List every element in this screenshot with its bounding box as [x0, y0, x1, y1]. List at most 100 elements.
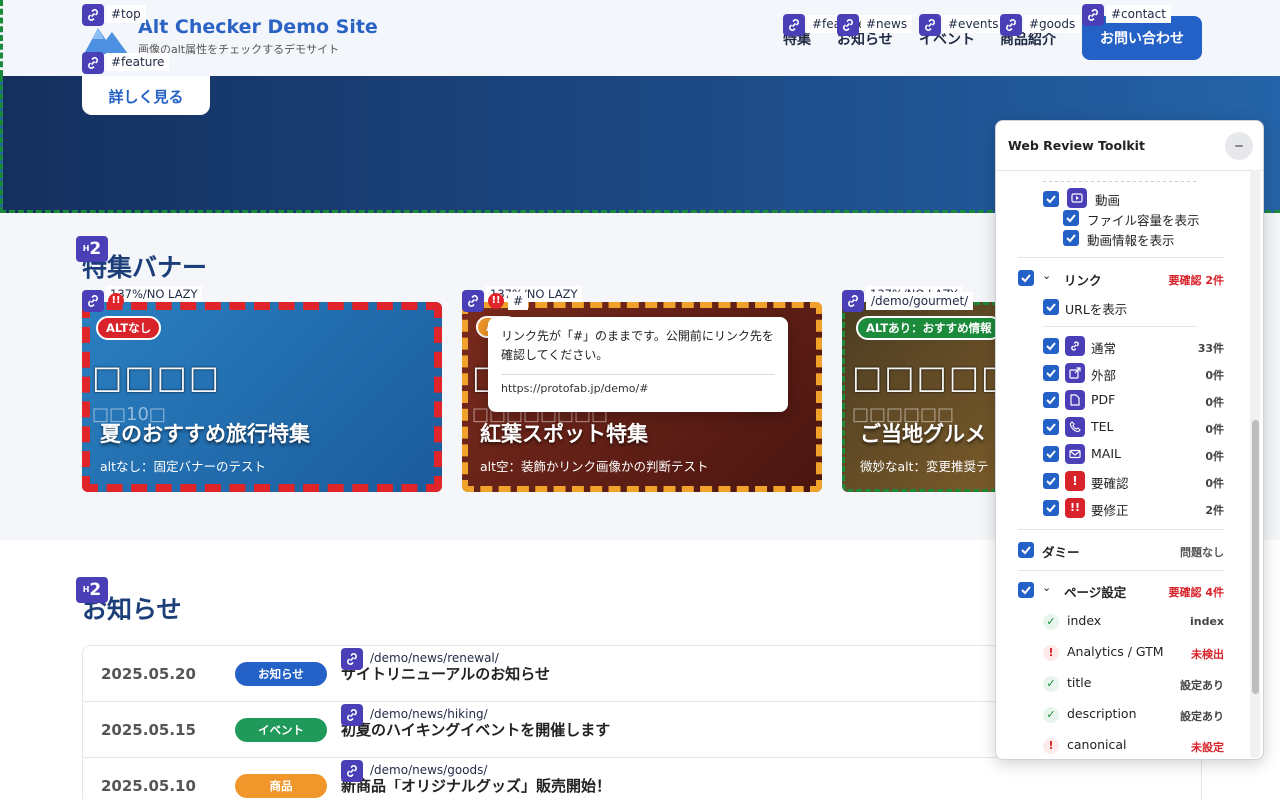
- video-icon: [1067, 188, 1087, 208]
- banner-title: 夏のおすすめ旅行特集: [100, 422, 310, 446]
- news-row[interactable]: 2025.05.10 商品 新商品「オリジナルグッズ」販売開始！: [83, 758, 1203, 800]
- alt-status-badge: ALTあり：おすすめ情報: [856, 316, 1002, 340]
- link-label-banner: /demo/gourmet/: [866, 292, 974, 310]
- external-icon: [1065, 363, 1085, 383]
- link-item-checkbox[interactable]: [1043, 473, 1059, 489]
- page-settings-label: ページ設定: [1064, 585, 1127, 600]
- video-checkbox[interactable]: [1043, 191, 1059, 207]
- link-item-checkbox[interactable]: [1043, 446, 1059, 462]
- link-section-label: リンク: [1064, 273, 1102, 288]
- dummy-checkbox[interactable]: [1018, 542, 1034, 558]
- minimize-button[interactable]: −: [1225, 132, 1253, 160]
- warning-icon: !: [1065, 471, 1085, 491]
- banner-title: 紅葉スポット特集: [480, 422, 648, 446]
- link-badge-icon: [1000, 14, 1022, 36]
- alt-status-badge: ALTなし: [96, 316, 162, 340]
- link-section-checkbox[interactable]: [1018, 270, 1034, 286]
- link-label-feature: #feature: [106, 53, 170, 71]
- link-label-nav-contact: #contact: [1106, 5, 1171, 23]
- link-item-label: 通常: [1091, 341, 1117, 356]
- news-date: 2025.05.15: [101, 721, 196, 739]
- news-category-badge: イベント: [235, 718, 327, 742]
- warning-icon: !: [1043, 645, 1059, 661]
- link-label-news: /demo/news/goods/: [365, 761, 493, 779]
- link-item-checkbox[interactable]: [1043, 365, 1059, 381]
- link-badge-icon: [842, 290, 864, 312]
- banner-title: ご当地グルメ: [860, 422, 986, 446]
- show-url-checkbox[interactable]: [1043, 299, 1059, 315]
- banner-image-text: □□□□□□: [852, 404, 955, 425]
- dummy-status: 問題なし: [1180, 546, 1224, 559]
- divider: [1043, 181, 1197, 182]
- page-item-label: Analytics / GTM: [1067, 644, 1164, 659]
- link-item-label: PDF: [1091, 392, 1116, 407]
- hero-outline: [0, 0, 3, 76]
- divider: [1043, 326, 1197, 327]
- error-icon: !!: [108, 293, 124, 309]
- chevron-down-icon[interactable]: ⌄: [1042, 269, 1051, 282]
- banner-description: 微妙なalt：変更推奨テ: [860, 459, 989, 474]
- link-badge-icon: [1082, 4, 1104, 26]
- banner-image-text: □□□□: [92, 358, 221, 396]
- link-item-label: 外部: [1091, 368, 1117, 383]
- divider: [1018, 570, 1224, 571]
- link-item-checkbox[interactable]: [1043, 419, 1059, 435]
- link-badge-icon: [783, 14, 805, 36]
- panel-scrollbar-thumb[interactable]: [1252, 420, 1259, 694]
- tooltip-url: https://protofab.jp/demo/#: [501, 382, 649, 395]
- banner-image-text: □□□□□□□□: [852, 358, 1002, 396]
- panel-title: Web Review Toolkit: [1008, 138, 1145, 153]
- link-item-count: 0件: [1205, 369, 1224, 382]
- video-info-checkbox[interactable]: [1063, 230, 1079, 246]
- video-size-checkbox[interactable]: [1063, 210, 1079, 226]
- link-label-nav-events: #events: [943, 15, 1004, 33]
- page-item-value: 設定あり: [1180, 679, 1224, 692]
- tooltip-message: リンク先が「#」のままです。公開前にリンク先を確認してください。: [501, 329, 774, 362]
- news-date: 2025.05.10: [101, 777, 196, 795]
- mail-icon: [1065, 444, 1085, 464]
- h2-badge: HH22: [76, 236, 108, 262]
- link-item-checkbox[interactable]: [1043, 338, 1059, 354]
- link-badge-icon: [837, 14, 859, 36]
- logo-mountain-icon[interactable]: [84, 22, 128, 54]
- page-item-label: title: [1067, 675, 1092, 690]
- link-item-checkbox[interactable]: [1043, 392, 1059, 408]
- link-item-label: TEL: [1091, 419, 1114, 434]
- page-item-label: description: [1067, 706, 1137, 721]
- link-item-label: 要修正: [1091, 503, 1129, 518]
- check-icon: ✓: [1043, 676, 1059, 692]
- link-badge-icon: [919, 14, 941, 36]
- check-icon: ✓: [1043, 707, 1059, 723]
- link-icon: [1065, 336, 1085, 356]
- dummy-label: ダミー: [1042, 545, 1080, 560]
- warning-icon: !: [1043, 738, 1059, 754]
- link-badge-icon: [341, 704, 363, 726]
- banner-summer-travel[interactable]: □□□□ □□10□ ALTなし 夏のおすすめ旅行特集 altなし：固定バナーの…: [82, 302, 442, 492]
- page-settings-status: 要確認 4件: [1168, 586, 1224, 599]
- pdf-icon: [1065, 390, 1085, 410]
- video-info-label: 動画情報を表示: [1087, 233, 1175, 248]
- banner-image-text: □□10□: [92, 404, 166, 425]
- link-badge-icon: [82, 52, 104, 74]
- link-label-news: /demo/news/hiking/: [365, 705, 493, 723]
- page-item-value: 未設定: [1191, 741, 1224, 754]
- link-warning-tooltip: リンク先が「#」のままです。公開前にリンク先を確認してください。 https:/…: [488, 317, 788, 412]
- link-label-nav-news: #news: [861, 15, 913, 33]
- link-badge-icon: [341, 760, 363, 782]
- link-label-top: #top: [106, 5, 146, 23]
- link-item-checkbox[interactable]: [1043, 500, 1059, 516]
- divider: [1018, 529, 1224, 530]
- link-item-count: 0件: [1205, 450, 1224, 463]
- page-item-value: 未検出: [1191, 648, 1224, 661]
- page-settings-checkbox[interactable]: [1018, 582, 1034, 598]
- panel-header: Web Review Toolkit −: [996, 121, 1263, 171]
- link-item-count: 0件: [1205, 423, 1224, 436]
- chevron-down-icon[interactable]: ⌄: [1042, 581, 1051, 594]
- phone-icon: [1065, 417, 1085, 437]
- check-icon: ✓: [1043, 614, 1059, 630]
- video-label: 動画: [1095, 193, 1121, 208]
- divider: [1018, 257, 1224, 258]
- site-title[interactable]: Alt Checker Demo Site: [138, 16, 378, 38]
- banner-local-gourmet[interactable]: □□□□□□□□ □□□□□□ ALTあり：おすすめ情報 ご当地グルメ 微妙なa…: [842, 302, 1002, 492]
- news-date: 2025.05.20: [101, 665, 196, 683]
